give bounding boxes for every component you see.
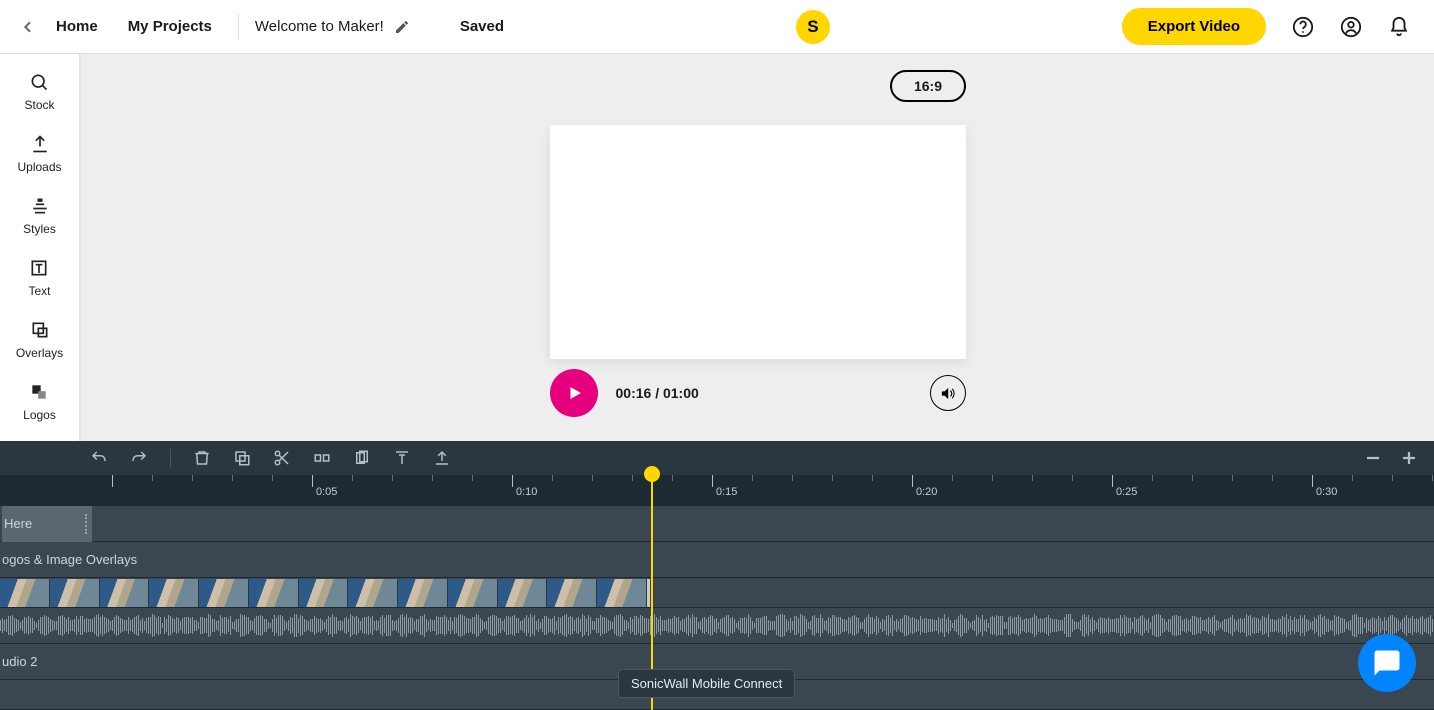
aspect-ratio-button[interactable]: 16:9	[890, 70, 966, 102]
audio-waveform	[0, 612, 1434, 639]
scissors-icon[interactable]	[273, 449, 291, 467]
pencil-icon[interactable]	[394, 19, 410, 35]
back-icon[interactable]	[20, 19, 36, 35]
zoom-in-icon[interactable]	[1400, 449, 1418, 467]
video-track[interactable]	[0, 577, 1434, 607]
sidebar-item-text[interactable]: Text	[28, 258, 50, 298]
export-video-button[interactable]: Export Video	[1122, 8, 1266, 45]
separator	[170, 449, 171, 467]
sidebar-item-stock[interactable]: Stock	[24, 72, 54, 112]
track-label: udio 2	[2, 654, 37, 669]
sidebar-item-label: Logos	[23, 408, 56, 422]
duplicate-icon[interactable]	[233, 449, 251, 467]
my-projects-link[interactable]: My Projects	[118, 12, 222, 41]
project-title-text: Welcome to Maker!	[255, 18, 384, 35]
sidebar-item-label: Text	[28, 284, 50, 298]
time-display: 00:16 / 01:00	[616, 385, 699, 401]
main-area: Stock Uploads Styles Text Overlays Logos…	[0, 54, 1434, 441]
left-sidebar: Stock Uploads Styles Text Overlays Logos…	[0, 54, 79, 441]
separator	[238, 14, 239, 40]
zoom-out-icon[interactable]	[1364, 449, 1382, 467]
app-header: Home My Projects Welcome to Maker! Saved…	[0, 0, 1434, 54]
track-label: ogos & Image Overlays	[2, 552, 137, 567]
sidebar-item-uploads[interactable]: Uploads	[17, 134, 61, 174]
sidebar-item-logos[interactable]: Logos	[23, 382, 56, 422]
audio-track-1[interactable]	[0, 607, 1434, 643]
clip-label: Here	[4, 516, 32, 531]
sidebar-item-styles[interactable]: Styles	[23, 196, 56, 236]
title-track[interactable]: Here	[0, 505, 1434, 541]
timeline-toolbar	[0, 441, 1434, 475]
project-title: Welcome to Maker!	[255, 18, 410, 35]
home-link[interactable]: Home	[46, 12, 108, 41]
sidebar-item-label: Uploads	[17, 160, 61, 174]
sidebar-item-label: Overlays	[16, 346, 63, 360]
canvas-pane: 16:9 00:16 / 01:00	[79, 54, 1434, 441]
timeline-panel: 0:050:100:150:200:250:300:35 Here ogos &…	[0, 441, 1434, 710]
redo-icon[interactable]	[130, 449, 148, 467]
undo-icon[interactable]	[90, 449, 108, 467]
trash-icon[interactable]	[193, 449, 211, 467]
header-left: Home My Projects Welcome to Maker! Saved	[20, 12, 504, 41]
sidebar-item-overlays[interactable]: Overlays	[16, 320, 63, 360]
clip-tooltip: SonicWall Mobile Connect	[618, 669, 795, 698]
account-icon[interactable]	[1340, 16, 1362, 38]
video-clip[interactable]	[0, 579, 650, 607]
play-button[interactable]	[550, 369, 598, 417]
logo-badge: S	[796, 10, 830, 44]
upload-clip-icon[interactable]	[433, 449, 451, 467]
sidebar-item-label: Stock	[24, 98, 54, 112]
header-right: Export Video	[1122, 8, 1410, 45]
overlays-track[interactable]: ogos & Image Overlays	[0, 541, 1434, 577]
title-clip[interactable]: Here	[2, 506, 92, 542]
saved-label: Saved	[460, 18, 504, 35]
copy-icon[interactable]	[353, 449, 371, 467]
chat-fab[interactable]	[1358, 634, 1416, 692]
timeline-ruler[interactable]: 0:050:100:150:200:250:300:35	[0, 475, 1434, 505]
help-icon[interactable]	[1292, 16, 1314, 38]
volume-button[interactable]	[930, 375, 966, 411]
player-controls: 00:16 / 01:00	[550, 369, 966, 417]
bell-icon[interactable]	[1388, 16, 1410, 38]
video-canvas[interactable]	[550, 125, 966, 359]
split-icon[interactable]	[313, 449, 331, 467]
text-top-icon[interactable]	[393, 449, 411, 467]
sidebar-item-label: Styles	[23, 222, 56, 236]
